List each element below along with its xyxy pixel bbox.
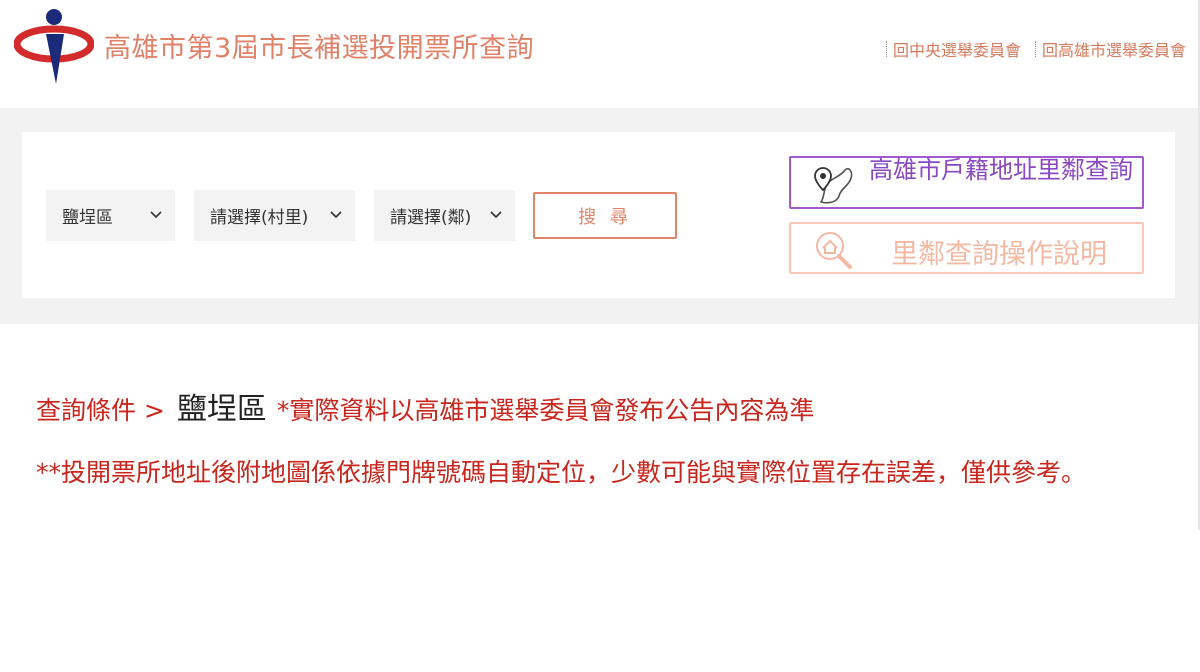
search-band: 鹽埕區 請選擇(村里) 請選擇(鄰) 搜 尋 高雄市戶籍地址里鄰查詢 里鄰查詢操… [0,108,1200,324]
chevron-down-icon [490,211,502,219]
neighborhood-select[interactable]: 請選擇(鄰) [374,190,515,241]
chevron-down-icon [330,211,342,219]
election-commission-logo-icon[interactable] [14,6,94,86]
official-notice: *實際資料以高雄市選舉委員會發布公告內容為準 [276,396,815,425]
link-label: 回中央選舉委員會 [892,41,1021,60]
link-label: 回高雄市選舉委員會 [1041,41,1186,60]
house-search-icon [816,232,852,269]
top-links: 回中央選舉委員會 回高雄市選舉委員會 [885,37,1186,61]
household-address-lookup-label: 高雄市戶籍地址里鄰查詢 [869,156,1133,184]
lookup-help-label: 里鄰查詢操作說明 [891,239,1107,270]
chevron-down-icon [150,211,162,219]
query-condition-prefix: 查詢條件 > [36,396,165,425]
query-condition-district: 鹽埕區 [176,392,267,427]
query-condition: 查詢條件 > 鹽埕區 *實際資料以高雄市選舉委員會發布公告內容為準 [36,384,1156,428]
query-result-section: 查詢條件 > 鹽埕區 *實際資料以高雄市選舉委員會發布公告內容為準 **投開票所… [36,384,1156,488]
lookup-help-button[interactable]: 里鄰查詢操作說明 [789,222,1144,274]
divider [1034,41,1036,57]
search-panel: 鹽埕區 請選擇(村里) 請選擇(鄰) 搜 尋 高雄市戶籍地址里鄰查詢 里鄰查詢操… [22,132,1175,298]
search-button[interactable]: 搜 尋 [533,192,677,239]
site-header: 高雄市第3屆市長補選投開票所查詢 回中央選舉委員會 回高雄市選舉委員會 [0,0,1200,108]
district-select-value: 鹽埕區 [62,208,113,228]
district-select[interactable]: 鹽埕區 [46,190,175,241]
page-title: 高雄市第3屆市長補選投開票所查詢 [104,33,535,64]
map-pin-icon [814,167,853,204]
map-disclaimer: **投開票所地址後附地圖係依據門牌號碼自動定位，少數可能與實際位置存在誤差，僅供… [36,458,1087,487]
link-central-election-commission[interactable]: 回中央選舉委員會 [885,37,1021,61]
neighborhood-select-value: 請選擇(鄰) [390,208,472,228]
village-select-value: 請選擇(村里) [210,208,309,228]
divider [885,41,887,57]
village-select[interactable]: 請選擇(村里) [194,190,355,241]
household-address-lookup-button[interactable]: 高雄市戶籍地址里鄰查詢 [789,156,1144,209]
link-kaohsiung-election-commission[interactable]: 回高雄市選舉委員會 [1034,37,1186,61]
